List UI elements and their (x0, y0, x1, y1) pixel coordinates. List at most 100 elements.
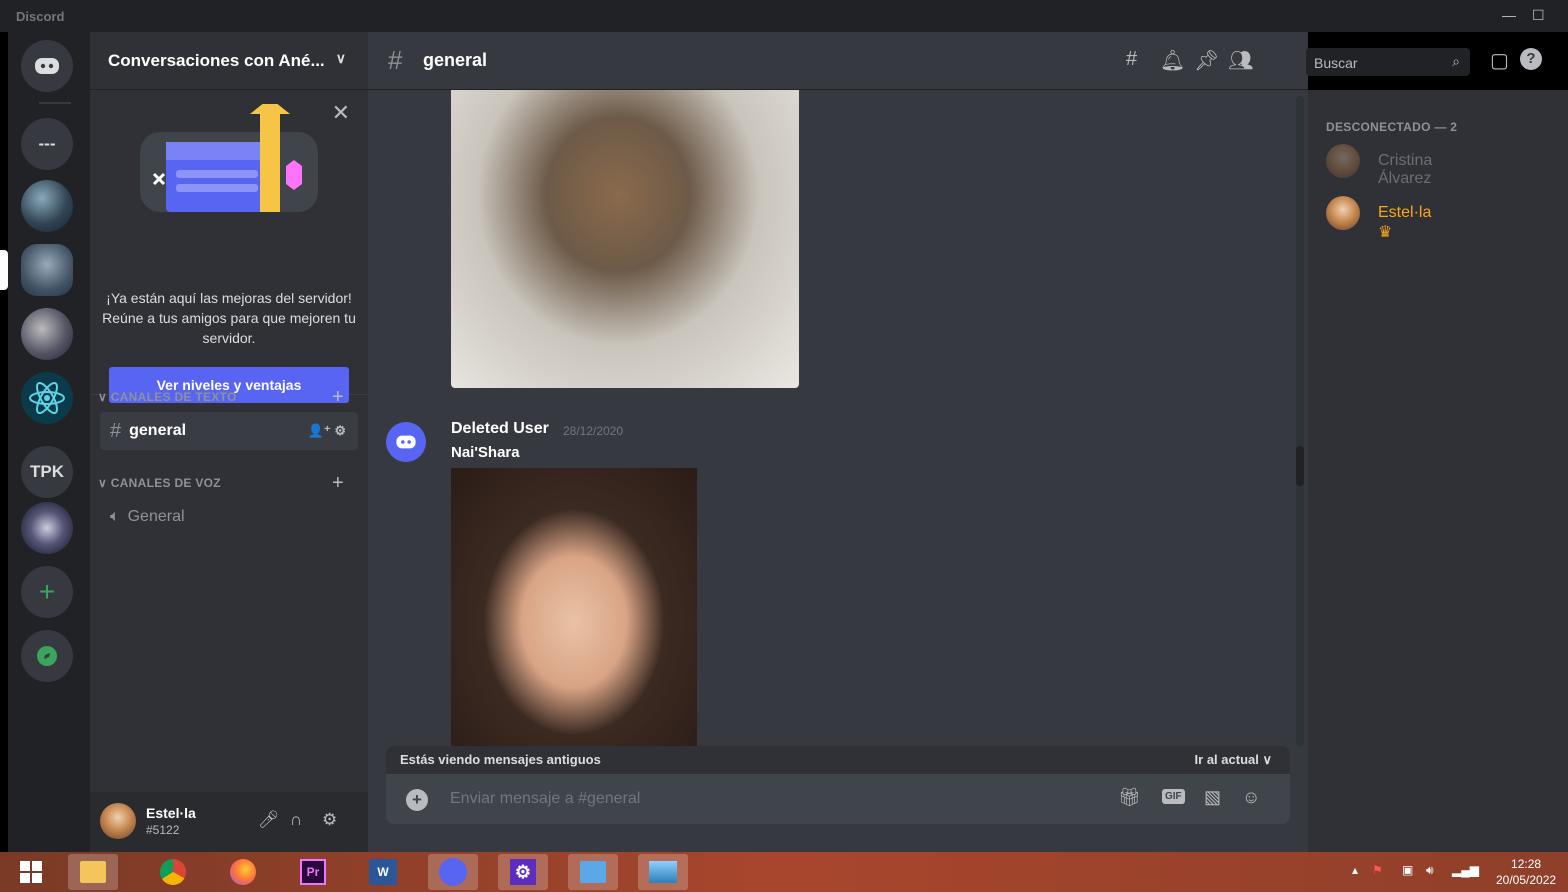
windows-start-icon[interactable] (6, 854, 56, 890)
premiere-pro-icon[interactable]: Pr (288, 854, 338, 890)
atom-icon (29, 381, 65, 415)
user-tag: #5122 (146, 823, 180, 837)
crown-icon: ♛ (1378, 224, 1393, 241)
explore-servers-button[interactable] (21, 630, 73, 682)
member-avatar (1326, 196, 1360, 230)
search-input[interactable]: Buscar ⌕ (1306, 48, 1470, 76)
add-server-button[interactable]: + (21, 566, 73, 618)
create-channel-icon[interactable]: + (332, 472, 344, 495)
discord-logo-icon (439, 858, 467, 886)
message-timestamp: 28/12/2020 (563, 424, 624, 438)
folder-icon (80, 861, 106, 883)
category-text-channels[interactable]: ∨ CANALES DE TEXTO + (98, 386, 344, 408)
scrollbar-thumb[interactable] (1296, 446, 1304, 486)
gear-icon: ⚙ (510, 859, 536, 885)
channel-tools: 👤⁺ ⚙ (308, 423, 346, 439)
jump-to-present-button[interactable]: Ir al actual ∨ (1195, 752, 1272, 768)
signal-icon[interactable]: ▂▄▆ (1452, 863, 1479, 877)
threads-icon[interactable]: # (1126, 48, 1137, 71)
sticker-icon[interactable]: ▧ (1204, 787, 1221, 808)
photos-icon[interactable] (638, 854, 688, 890)
jump-label: Ir al actual (1194, 752, 1259, 767)
clock-date: 20/05/2022 (1496, 873, 1557, 887)
user-settings-gear-icon[interactable]: ⚙ (322, 810, 337, 830)
category-voice-channels[interactable]: ∨ CANALES DE VOZ + (98, 472, 344, 494)
search-icon: ⌕ (1452, 53, 1460, 69)
chrome-icon[interactable] (148, 854, 198, 890)
message-avatar[interactable] (386, 422, 426, 462)
microphone-icon[interactable]: 🎤︎ (258, 810, 280, 830)
file-explorer-icon[interactable] (68, 854, 118, 890)
gif-icon[interactable]: GIF (1162, 789, 1185, 804)
server-icon-active[interactable] (21, 244, 73, 296)
inbox-icon[interactable]: ▢ (1490, 48, 1509, 73)
firefox-logo-icon (230, 859, 256, 885)
headphones-icon[interactable]: ∩ (290, 810, 302, 830)
boost-banner: ✕ ¡Ya están aquí las mejoras del servido… (90, 90, 368, 403)
members-icon[interactable]: 👥︎ (1228, 48, 1253, 73)
chat-area: # general # 🔔︎ 📌︎ 👥︎ Buscar ⌕ ▢ ? Delete… (368, 32, 1542, 852)
channel-sidebar: Conversaciones con Ané... ∨ ✕ ¡Ya están … (90, 32, 368, 852)
minimize-icon[interactable]: — (1502, 7, 1516, 23)
server-icon-tpk[interactable]: TPK (21, 446, 73, 498)
bell-icon[interactable]: 🔔︎ (1160, 48, 1185, 73)
home-button[interactable] (21, 40, 73, 92)
message-composer[interactable]: + Enviar mensaje a #general 🎁︎ GIF ▧ ☺ (386, 774, 1290, 824)
network-icon[interactable]: ▣ (1402, 863, 1413, 877)
category-chevron-icon: ∨ (98, 390, 111, 404)
emoji-icon[interactable]: ☺ (1242, 787, 1260, 808)
discord-taskbar-icon[interactable] (428, 854, 478, 890)
close-icon[interactable]: ✕ (332, 100, 350, 126)
server-icon-atom[interactable] (21, 372, 73, 424)
title-bar: Discord — ☐ (0, 0, 1568, 32)
invite-icon[interactable]: 👤⁺ (308, 423, 331, 438)
channel-general[interactable]: # general 👤⁺ ⚙ (100, 412, 358, 450)
word-icon[interactable]: W (358, 854, 408, 890)
member-list: DESCONECTADO — 2 Cristina Álvarez Estel·… (1308, 90, 1568, 852)
category-chevron-icon: ∨ (98, 476, 111, 490)
search-placeholder: Buscar (1314, 55, 1358, 71)
help-icon[interactable]: ? (1520, 48, 1542, 70)
server-icon-photo-3[interactable] (21, 308, 73, 360)
create-channel-icon[interactable]: + (332, 386, 344, 409)
screen: Discord — ☐ --- TPK + Conversaciones con… (0, 0, 1568, 892)
message-author[interactable]: Deleted User (451, 420, 549, 438)
user-avatar[interactable] (100, 803, 136, 839)
message-input[interactable]: Enviar mensaje a #general (450, 790, 640, 808)
server-label: TPK (30, 462, 64, 481)
server-icon-dashes[interactable]: --- (21, 118, 73, 170)
settings-taskbar-icon[interactable]: ⚙ (498, 854, 548, 890)
voice-channel-general[interactable]: 🔈︎ General (100, 498, 358, 536)
volume-icon[interactable]: 🔊︎ (1426, 863, 1434, 878)
chrome-logo-icon (160, 859, 186, 885)
channel-header: # general # 🔔︎ 📌︎ 👥︎ Buscar ⌕ ▢ ? (368, 32, 1542, 90)
speaker-icon: 🔈︎ (110, 508, 120, 525)
guild-separator (39, 102, 71, 104)
member-section-header: DESCONECTADO — 2 (1326, 120, 1458, 134)
windows-taskbar: Pr W ⚙ ▴ ⚑ ▣ 🔊︎ ▂▄▆ 12:28 20/05/2022 (0, 852, 1568, 892)
pin-icon[interactable]: 📌︎ (1194, 48, 1219, 73)
flag-icon[interactable]: ⚑ (1372, 863, 1383, 877)
control-panel-icon[interactable] (568, 854, 618, 890)
chat-scrollbar[interactable] (1296, 96, 1304, 746)
tray-expand-icon[interactable]: ▴ (1352, 863, 1358, 877)
member-name-text: Estel·la (1378, 204, 1432, 221)
clock[interactable]: 12:28 20/05/2022 (1496, 856, 1556, 888)
firefox-icon[interactable] (218, 854, 268, 890)
category-label: CANALES DE VOZ (110, 476, 221, 490)
gear-icon[interactable]: ⚙ (334, 423, 346, 438)
user-panel: Estel·la #5122 🎤︎ ∩ ⚙ (90, 792, 368, 852)
server-header[interactable]: Conversaciones con Ané... ∨ (90, 32, 368, 90)
compass-icon (37, 646, 57, 666)
gift-icon[interactable]: 🎁︎ (1118, 787, 1141, 808)
add-attachment-icon[interactable]: + (406, 789, 428, 811)
maximize-icon[interactable]: ☐ (1532, 7, 1545, 24)
photos-logo-icon (649, 861, 677, 883)
old-messages-bar: Estás viendo mensajes antiguos Ir al act… (386, 746, 1290, 774)
discord-logo-icon (35, 58, 59, 74)
server-icon-photo-5[interactable] (21, 502, 73, 554)
message-image-man[interactable] (451, 90, 799, 388)
plus-icon: + (38, 576, 56, 607)
message-image-woman[interactable] (451, 468, 697, 748)
server-icon-photo-1[interactable] (21, 180, 73, 232)
